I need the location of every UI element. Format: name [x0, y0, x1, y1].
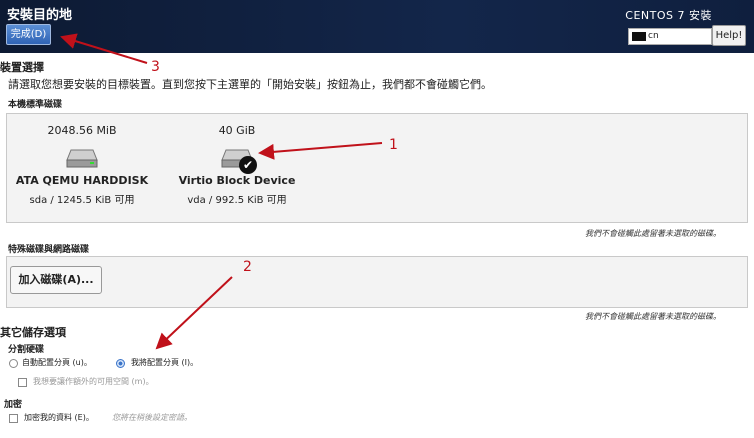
disk-vda[interactable]: 40 GiB ✔ Virtio Block Device vda / 992.5…: [162, 114, 312, 206]
device-selection-heading: 裝置選擇: [0, 61, 44, 74]
encryption-label: 加密: [4, 400, 23, 410]
auto-partition-label[interactable]: 自動配置分頁 (u)。: [22, 357, 92, 368]
help-button[interactable]: Help!: [712, 25, 746, 46]
untouched-disks-note: 我們不會碰觸此處留著未選取的磁碟。: [585, 229, 721, 238]
encrypt-label[interactable]: 加密我的資料 (E)。: [24, 412, 94, 423]
annotation-marker-1: 1: [389, 137, 398, 153]
disk-name: ATA QEMU HARDDISK: [15, 174, 149, 187]
disk-name: Virtio Block Device: [178, 174, 296, 187]
annotation-marker-2: 2: [243, 259, 252, 275]
local-disks-label: 本機標準磁碟: [8, 100, 63, 110]
disk-info: vda / 992.5 KiB 可用: [187, 195, 287, 206]
partitioning-label: 分割硬碟: [8, 345, 45, 355]
selected-check-icon: ✔: [239, 156, 257, 174]
special-disks-panel: [6, 256, 748, 308]
disk-sda[interactable]: 2048.56 MiB ATA QEMU HARDDISK sda / 1245…: [7, 114, 157, 206]
extra-space-label[interactable]: 我想要讓作額外的可用空間 (m)。: [33, 376, 154, 387]
device-selection-description: 請選取您想要安裝的目標裝置。直到您按下主選單的「開始安裝」按鈕為止，我們都不會碰…: [8, 78, 492, 91]
special-disks-note: 我們不會碰觸此處留著未選取的磁碟。: [585, 312, 721, 321]
keyboard-layout-indicator[interactable]: cn: [628, 28, 712, 45]
disk-size: 2048.56 MiB: [47, 124, 117, 137]
product-title: CENTOS 7 安裝: [625, 9, 712, 22]
done-button[interactable]: 完成(D): [6, 24, 51, 45]
manual-partition-radio[interactable]: [116, 359, 125, 368]
encrypt-checkbox[interactable]: [9, 414, 18, 423]
disk-size: 40 GiB: [218, 124, 256, 137]
manual-partition-label[interactable]: 我將配置分頁 (I)。: [131, 357, 198, 368]
special-disks-label: 特殊磁碟與網路磁碟: [8, 245, 90, 255]
page-title: 安裝目的地: [7, 8, 73, 23]
encrypt-hint: 您將在稍後設定密語。: [112, 413, 192, 422]
header-bar: 安裝目的地 完成(D) CENTOS 7 安裝 cn Help!: [0, 0, 754, 53]
local-disks-panel: 2048.56 MiB ATA QEMU HARDDISK sda / 1245…: [6, 113, 748, 223]
keyboard-layout-label: cn: [648, 31, 659, 41]
keyboard-icon: [632, 32, 646, 41]
auto-partition-radio[interactable]: [9, 359, 18, 368]
other-storage-heading: 其它儲存選項: [0, 326, 66, 339]
annotation-marker-3: 3: [151, 59, 160, 75]
extra-space-checkbox[interactable]: [18, 378, 27, 387]
add-disk-button[interactable]: 加入磁碟(A)...: [10, 266, 102, 294]
disk-info: sda / 1245.5 KiB 可用: [29, 195, 135, 206]
harddisk-icon: [66, 148, 98, 168]
harddisk-icon: ✔: [221, 148, 257, 174]
